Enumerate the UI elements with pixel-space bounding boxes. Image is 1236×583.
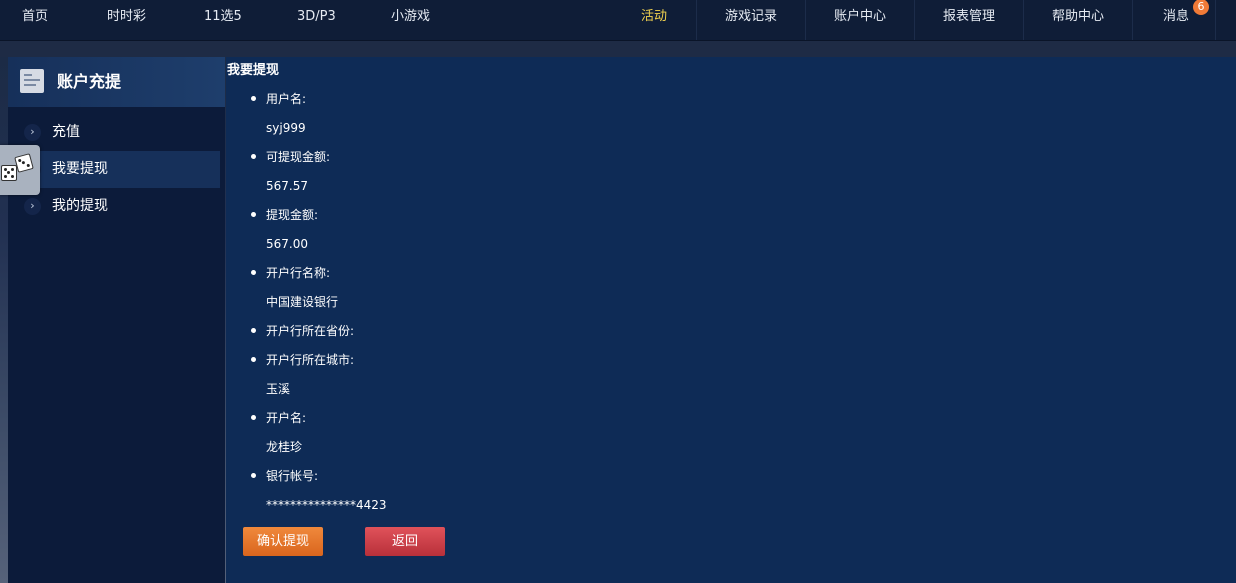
bank-city-label: 开户行所在城市: [266, 353, 355, 367]
nav-ssc[interactable]: 时时彩 [107, 0, 146, 34]
top-nav: 首页 时时彩 11选5 3D/P3 小游戏 活动 游戏记录 账户中心 报表管理 … [0, 0, 1236, 41]
list-bullet [251, 212, 256, 217]
nav-mini-games[interactable]: 小游戏 [391, 0, 430, 34]
bank-name-label: 开户行名称: [266, 266, 331, 280]
chevron-right-icon: › [24, 198, 41, 215]
list-bullet [251, 357, 256, 362]
nav-help-center[interactable]: 帮助中心 [1023, 0, 1132, 40]
sidebar-item-label: 我要提现 [52, 161, 108, 177]
nav-report-management[interactable]: 报表管理 [914, 0, 1023, 40]
withdraw-amount-label: 提现金额: [266, 208, 319, 222]
list-bullet [251, 415, 256, 420]
list-bullet [251, 473, 256, 478]
list-bullet [251, 96, 256, 101]
withdraw-amount-value: 567.00 [266, 237, 308, 251]
account-holder-label: 开户名: [266, 411, 307, 425]
username-value: syj999 [266, 121, 306, 135]
page-title: 我要提现 [227, 63, 280, 78]
withdrawable-amount-label: 可提现金额: [266, 150, 331, 164]
username-label: 用户名: [266, 92, 307, 106]
list-bullet [251, 154, 256, 159]
nav-account-center[interactable]: 账户中心 [805, 0, 914, 40]
sidebar-item-my-withdrawals[interactable]: › 我的提现 [8, 188, 220, 225]
list-bullet [251, 270, 256, 275]
header-band [0, 41, 1236, 57]
sidebar-title: 账户充提 [57, 72, 122, 91]
bank-city-value: 玉溪 [266, 382, 291, 396]
nav-game-records[interactable]: 游戏记录 [696, 0, 805, 40]
sidebar-header: 账户充提 [8, 57, 225, 107]
bank-province-label: 开户行所在省份: [266, 324, 355, 338]
bank-name-value: 中国建设银行 [266, 295, 339, 309]
withdraw-panel: 我要提现 用户名: syj999 可提现金额: 567.57 提现金额: 567… [226, 57, 1236, 583]
nav-home[interactable]: 首页 [22, 0, 48, 34]
account-icon [20, 69, 44, 93]
sidebar-item-label: 充值 [52, 124, 80, 140]
bank-account-value: ***************4423 [266, 498, 387, 512]
nav-3d-p3[interactable]: 3D/P3 [297, 0, 336, 34]
nav-activities[interactable]: 活动 [600, 0, 708, 40]
list-bullet [251, 328, 256, 333]
bank-account-label: 银行帐号: [266, 469, 319, 483]
back-button[interactable]: 返回 [365, 527, 445, 556]
confirm-withdraw-button[interactable]: 确认提现 [243, 527, 323, 556]
sidebar-item-recharge[interactable]: › 充值 [8, 114, 220, 151]
nav-11x5[interactable]: 11选5 [204, 0, 242, 34]
chevron-right-icon: › [24, 124, 41, 141]
account-holder-value: 龙桂珍 [266, 440, 303, 454]
sidebar-item-label: 我的提现 [52, 198, 108, 214]
dice-icon[interactable] [0, 145, 40, 195]
sidebar: 账户充提 › 充值 › 我要提现 › 我的提现 [8, 57, 225, 583]
withdrawable-amount-value: 567.57 [266, 179, 308, 193]
